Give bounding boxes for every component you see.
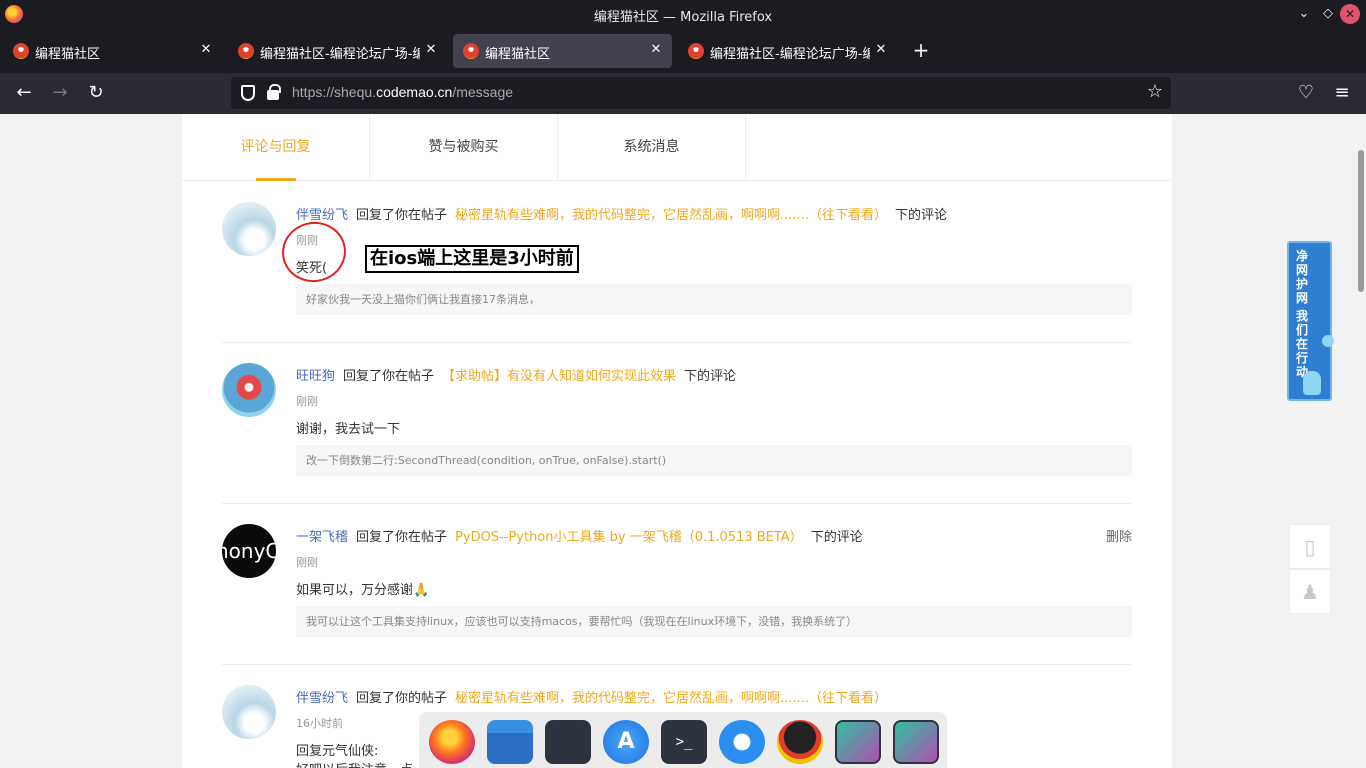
page-viewport: 评论与回复 赞与被购买 系统消息 伴雪纷飞 回复了你在帖子 秘密星轨有些难啊，我的代… [0,114,1366,768]
divider [222,342,1132,343]
message-header: 旺旺狗 回复了你在帖子 【求助帖】有没有人知道如何实现此效果 下的评论 [296,369,737,384]
menu-icon[interactable]: ≡ [1330,81,1354,105]
timestamp: 刚刚 [296,556,318,569]
message-panel: 评论与回复 赞与被购买 系统消息 伴雪纷飞 回复了你在帖子 秘密星轨有些难啊，我的代… [182,114,1172,768]
pocket-icon[interactable]: ♡ [1294,81,1318,105]
timestamp: 16小时前 [296,717,343,730]
terminal-icon[interactable]: >_ [661,720,707,764]
bookmark-star-icon[interactable]: ☆ [1145,82,1165,102]
address-bar[interactable]: https://shequ.codemao.cn/message ☆ [231,77,1171,109]
username-link[interactable]: 旺旺狗 [296,369,335,384]
browser-tab-active[interactable]: 编程猫社区 ✕ [453,34,672,68]
username-link[interactable]: 伴雪纷飞 [296,208,348,223]
firefox-icon[interactable] [429,720,475,764]
forward-icon[interactable]: → [48,81,72,105]
tab-likes-purchases[interactable]: 赞与被购买 [370,114,558,181]
screenshot-icon[interactable] [893,720,939,764]
settings-icon[interactable] [545,720,591,764]
tab-close-icon[interactable]: ✕ [423,42,439,58]
message-header: 伴雪纷飞 回复了你在帖子 秘密星轨有些难啊，我的代码整完，它居然乱画，啊啊啊....… [296,208,947,223]
reload-icon[interactable]: ↻ [84,81,108,105]
divider [222,503,1132,504]
taskbar-dock: A >_ [419,712,947,768]
window-titlebar: 编程猫社区 — Mozilla Firefox ⌄ ◇ ✕ [0,0,1366,29]
browser-tab[interactable]: 编程猫社区-编程论坛广场-编 ✕ [228,34,447,68]
delete-button[interactable]: 删除 [1106,526,1132,545]
tab-label: 编程猫社区 [35,47,101,62]
annotation-note: 在ios端上这里是3小时前 [365,245,579,273]
codemao-favicon-icon [13,43,29,59]
tracking-shield-icon[interactable] [241,85,255,101]
tab-close-icon[interactable]: ✕ [198,42,214,58]
codemao-favicon-icon [463,43,479,59]
message-item: honyC 一架飞稽 回复了你在帖子 PyDOS--Python小工具集 by 一架… [222,524,1132,664]
quoted-comment[interactable]: 我可以让这个工具集支持linux，应该也可以支持macos，要帮忙吗（我现在在l… [296,606,1132,637]
avatar[interactable] [222,685,276,739]
tab-label: 编程猫社区-编程论坛广场-编 [710,47,870,62]
url-text[interactable]: https://shequ.codemao.cn/message [292,84,513,100]
vertical-scrollbar[interactable] [1358,150,1364,292]
browser-tab[interactable]: 编程猫社区-编程论坛广场-编 ✕ [678,34,897,68]
window-title: 编程猫社区 — Mozilla Firefox [593,10,773,25]
lock-icon[interactable] [267,84,281,100]
tab-label: 编程猫社区-编程论坛广场-编 [260,47,420,62]
reply-content-line2: 好吧以后我注意一点 [296,759,413,768]
tab-close-icon[interactable]: ✕ [648,42,664,58]
reply-content: 如果可以，万分感谢🙏 [296,583,430,598]
reply-content: 回复元气仙侠: [296,744,379,759]
quoted-comment[interactable]: 好家伙我一天没上猫你们俩让我直接17条消息， [296,284,1132,315]
kite-icon[interactable] [719,720,765,764]
files-icon[interactable] [487,720,533,764]
codemao-favicon-icon [238,43,254,59]
tab-close-icon[interactable]: ✕ [873,42,889,58]
close-window-button[interactable]: ✕ [1340,4,1360,24]
mobile-app-icon[interactable]: ▯ [1289,524,1331,569]
back-icon[interactable]: ← [12,81,36,105]
chevron-down-icon[interactable]: ⌄ [1294,4,1314,24]
post-link[interactable]: PyDOS--Python小工具集 by 一架飞稽（0.1.0513 BETA） [455,530,803,545]
message-tabs: 评论与回复 赞与被购买 系统消息 [182,114,1172,181]
message-item: 旺旺狗 回复了你在帖子 【求助帖】有没有人知道如何实现此效果 下的评论 刚刚 谢谢，我… [222,363,1132,503]
divider [222,664,1132,665]
username-link[interactable]: 一架飞稽 [296,530,348,545]
clean-internet-banner[interactable]: 净网护网 我们在行动 [1287,241,1334,401]
avatar[interactable] [222,363,276,417]
avatar[interactable] [222,202,276,256]
post-link[interactable]: 【求助帖】有没有人知道如何实现此效果 [442,369,676,384]
qq-bell-icon[interactable]: ♟ [1289,569,1331,614]
tab-system-messages[interactable]: 系统消息 [558,114,746,181]
qq-icon[interactable] [777,720,823,764]
new-tab-button[interactable]: + [910,38,932,62]
codemao-favicon-icon [688,43,704,59]
post-link[interactable]: 秘密星轨有些难啊，我的代码整完，它居然乱画，啊啊啊.......（往下看看） [455,691,887,706]
tab-label: 编程猫社区 [485,47,551,62]
banner-decoration [1322,335,1334,347]
tab-comments-replies[interactable]: 评论与回复 [182,114,370,181]
app-store-icon[interactable]: A [603,720,649,764]
navigation-bar: ← → ↻ https://shequ.codemao.cn/message ☆… [0,73,1366,114]
message-header: 伴雪纷飞 回复了你的帖子 秘密星轨有些难啊，我的代码整完，它居然乱画，啊啊啊....… [296,691,887,706]
banner-text: 净网护网 [1296,249,1309,305]
quoted-comment[interactable]: 改一下倒数第二行:SecondThread(condition, onTrue,… [296,445,1132,476]
mascot-icon [1303,371,1321,395]
tab-strip: 编程猫社区 ✕ 编程猫社区-编程论坛广场-编 ✕ 编程猫社区 ✕ 编程猫社区-编… [0,29,1366,73]
active-tab-underline [256,178,296,181]
message-item: 伴雪纷飞 回复了你在帖子 秘密星轨有些难啊，我的代码整完，它居然乱画，啊啊啊....… [222,202,1132,342]
post-link[interactable]: 秘密星轨有些难啊，我的代码整完，它居然乱画，啊啊啊.......（往下看看） [455,208,887,223]
username-link[interactable]: 伴雪纷飞 [296,691,348,706]
restore-icon[interactable]: ◇ [1318,4,1338,24]
screenshot-icon[interactable] [835,720,881,764]
banner-text: 我们在行动 [1296,309,1309,379]
avatar[interactable]: honyC [222,524,276,578]
message-header: 一架飞稽 回复了你在帖子 PyDOS--Python小工具集 by 一架飞稽（0.1… [296,530,863,545]
browser-tab[interactable]: 编程猫社区 ✕ [3,34,222,68]
timestamp: 刚刚 [296,395,318,408]
reply-content: 谢谢，我去试一下 [296,422,401,437]
